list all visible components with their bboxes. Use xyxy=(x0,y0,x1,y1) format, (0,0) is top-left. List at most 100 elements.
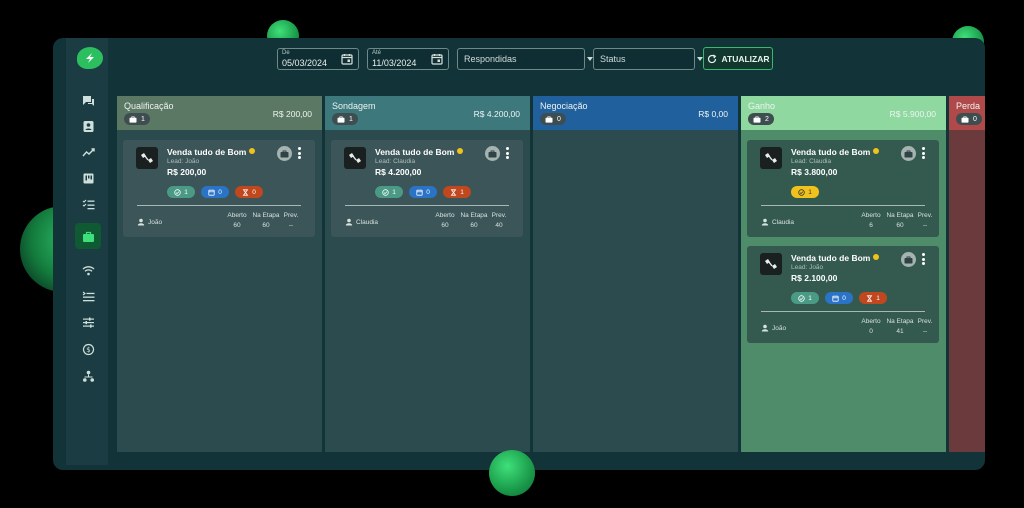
deal-card[interactable]: Venda tudo de Bom Lead: Claudia R$ 3.800,0… xyxy=(747,140,939,237)
more-options-icon[interactable] xyxy=(922,253,926,265)
stat-label: Prev. xyxy=(491,212,507,219)
handshake-icon xyxy=(760,147,782,169)
stat-label: Na Etapa xyxy=(460,212,488,219)
checklist-icon xyxy=(82,199,94,209)
deal-briefcase-button[interactable] xyxy=(485,146,500,161)
sidebar-item-list[interactable] xyxy=(75,283,101,309)
column-title: Qualificação xyxy=(124,101,174,111)
deal-card[interactable]: Venda tudo de Bom Lead: João R$ 2.100,00 1 0… xyxy=(747,246,939,343)
status-dot xyxy=(873,254,880,260)
more-options-icon[interactable] xyxy=(506,147,510,159)
kanban-board: Qualificação 1 R$ 200,00 Venda tudo de Bom L… xyxy=(117,96,985,452)
sidebar-item-checklist[interactable] xyxy=(75,191,101,217)
more-options-icon[interactable] xyxy=(922,147,926,159)
column-count-badge: 1 xyxy=(124,113,150,125)
red-counter-pill[interactable]: 1 xyxy=(859,292,887,304)
column-ganho: Ganho 2 R$ 5.900,00 Venda tudo de Bom Lead: … xyxy=(741,96,946,452)
sidebar-item-chat[interactable] xyxy=(75,88,101,114)
blue-counter-pill[interactable]: 0 xyxy=(825,292,853,304)
calendar-icon[interactable] xyxy=(431,53,443,65)
user-icon xyxy=(137,218,145,226)
deal-title[interactable]: Venda tudo de Bom xyxy=(375,147,464,157)
red-counter-pill[interactable]: 1 xyxy=(443,186,471,198)
column-title: Ganho xyxy=(748,101,776,111)
deal-owner: João xyxy=(761,324,786,332)
stat-aberto: Aberto 60 xyxy=(431,212,459,229)
pill-count: 0 xyxy=(252,188,256,196)
stat-na-etapa: Na Etapa 60 xyxy=(459,212,489,229)
pill-count: 1 xyxy=(184,188,188,196)
stat-prev: Prev. -- xyxy=(915,212,935,229)
column-qualificacao: Qualificação 1 R$ 200,00 Venda tudo de Bom L… xyxy=(117,96,322,452)
deal-briefcase-button[interactable] xyxy=(901,252,916,267)
pill-count: 0 xyxy=(426,188,430,196)
handshake-icon xyxy=(136,147,158,169)
deal-title-text: Venda tudo de Bom xyxy=(791,147,871,157)
sidebar-item-org-chart[interactable] xyxy=(75,363,101,389)
refresh-button[interactable]: ATUALIZAR xyxy=(703,47,773,70)
pill-count: 1 xyxy=(808,294,812,302)
stat-na-etapa: Na Etapa 41 xyxy=(885,318,915,335)
start-date-label: De xyxy=(282,50,290,56)
deal-card[interactable]: Venda tudo de Bom Lead: João R$ 200,00 1 0 0 J… xyxy=(123,140,315,237)
stat-label: Aberto xyxy=(861,212,881,219)
calendar-icon xyxy=(416,189,423,196)
column-header: Sondagem 1 R$ 4.200,00 xyxy=(325,96,530,130)
chat-icon xyxy=(82,95,94,106)
deal-lead: Lead: Claudia xyxy=(375,158,416,165)
green-counter-pill[interactable]: 1 xyxy=(375,186,403,198)
briefcase-icon xyxy=(961,115,969,123)
kanban-icon xyxy=(83,173,93,183)
blue-counter-pill[interactable]: 0 xyxy=(409,186,437,198)
stat-aberto: Aberto 6 xyxy=(857,212,885,229)
status-dot xyxy=(249,148,256,154)
sidebar-item-sliders[interactable] xyxy=(75,309,101,335)
pill-count: 1 xyxy=(808,188,812,196)
column-header: Qualificação 1 R$ 200,00 xyxy=(117,96,322,130)
end-date-field[interactable]: Até 11/03/2024 xyxy=(367,48,449,70)
status-select-value: Status xyxy=(600,54,626,64)
org-chart-icon xyxy=(82,370,94,382)
deal-title[interactable]: Venda tudo de Bom xyxy=(167,147,256,157)
logo-icon[interactable] xyxy=(77,47,103,69)
deal-counters: 1 0 1 xyxy=(791,292,887,304)
check-circle-icon xyxy=(798,294,805,302)
column-count: 0 xyxy=(557,115,561,123)
blue-counter-pill[interactable]: 0 xyxy=(201,186,229,198)
yellow-counter-pill[interactable]: 1 xyxy=(791,186,819,198)
sidebar-item-kanban[interactable] xyxy=(75,165,101,191)
green-counter-pill[interactable]: 1 xyxy=(791,292,819,304)
owner-name: João xyxy=(772,324,787,332)
column-count: 1 xyxy=(349,115,353,123)
deal-lead: Lead: João xyxy=(791,264,824,271)
sidebar-item-trend-chart[interactable] xyxy=(75,139,101,165)
status-select[interactable]: Status xyxy=(593,48,703,70)
stat-prev: Prev. -- xyxy=(915,318,935,335)
hourglass-icon xyxy=(866,294,873,302)
type-select[interactable]: Respondidas xyxy=(457,48,593,70)
handshake-icon xyxy=(760,253,782,275)
stage: $ De 05/03/2024 Até 11/03/2024 Respondid… xyxy=(0,0,1024,508)
more-options-icon[interactable] xyxy=(298,147,302,159)
calendar-icon[interactable] xyxy=(341,53,353,65)
briefcase-icon xyxy=(753,115,761,123)
green-counter-pill[interactable]: 1 xyxy=(167,186,195,198)
column-title: Negociação xyxy=(540,101,588,111)
stat-label: Prev. xyxy=(283,212,299,219)
deal-owner: Claudia xyxy=(345,218,378,226)
pill-count: 0 xyxy=(842,294,846,302)
list-icon xyxy=(82,291,94,301)
deal-title[interactable]: Venda tudo de Bom xyxy=(791,253,880,263)
deal-briefcase-button[interactable] xyxy=(901,146,916,161)
sidebar-item-money-cycle[interactable]: $ xyxy=(75,336,101,362)
red-counter-pill[interactable]: 0 xyxy=(235,186,263,198)
deal-title[interactable]: Venda tudo de Bom xyxy=(791,147,880,157)
column-count: 1 xyxy=(141,115,145,123)
sidebar-item-wifi[interactable] xyxy=(75,257,101,283)
sidebar-item-briefcase[interactable] xyxy=(75,223,101,249)
deal-briefcase-button[interactable] xyxy=(277,146,292,161)
start-date-field[interactable]: De 05/03/2024 xyxy=(277,48,359,70)
deal-card[interactable]: Venda tudo de Bom Lead: Claudia R$ 4.200,0… xyxy=(331,140,523,237)
end-date-value: 11/03/2024 xyxy=(372,58,417,68)
sidebar-item-contact-card[interactable] xyxy=(75,113,101,139)
